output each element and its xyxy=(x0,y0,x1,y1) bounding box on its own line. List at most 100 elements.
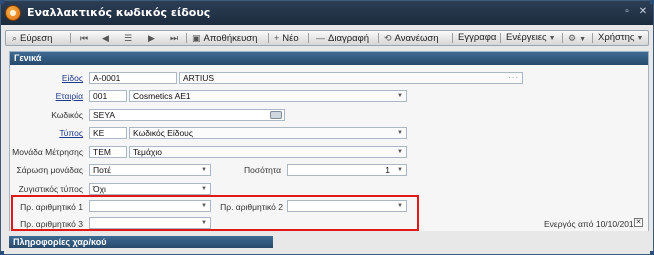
company-code-field[interactable]: 001 xyxy=(89,90,127,102)
company-name-field[interactable]: Cosmetics AE1 ▼ xyxy=(129,90,407,102)
separator xyxy=(592,33,593,43)
code-field[interactable]: SEYA xyxy=(89,109,285,121)
refresh-icon: ⟲ xyxy=(384,33,392,43)
chevron-down-icon: ▼ xyxy=(579,36,587,43)
chevron-down-icon[interactable]: ▼ xyxy=(201,201,207,211)
quantity-stepper[interactable]: 1 ▼ xyxy=(287,164,407,176)
chevron-down-icon: ▼ xyxy=(636,35,644,42)
app-logo-icon xyxy=(5,5,21,21)
num2-select[interactable]: ▼ xyxy=(287,200,407,212)
num1-label: Πρ. αριθμητικό 1 xyxy=(20,202,83,212)
new-button[interactable]: + Νέο xyxy=(274,31,299,45)
new-label: Νέο xyxy=(282,33,299,44)
type-name-text: Κωδικός Είδους xyxy=(133,128,193,138)
chevron-down-icon: ▼ xyxy=(548,35,556,42)
unit-code-field[interactable]: TEM xyxy=(89,146,127,158)
num1-select[interactable]: ▼ xyxy=(89,200,211,212)
quantity-value: 1 xyxy=(385,165,390,175)
separator xyxy=(500,33,501,43)
search-label: Εύρεση xyxy=(20,33,53,44)
num2-label: Πρ. αριθμητικό 2 xyxy=(220,202,283,212)
chevron-down-icon[interactable]: ▼ xyxy=(397,201,403,211)
documents-label: Εγγραφα xyxy=(458,32,497,43)
weighing-type-label: Ζυγιστικός τύπος xyxy=(18,184,83,194)
first-icon: ⏮ xyxy=(80,33,89,43)
resize-handle xyxy=(650,0,654,4)
close-icon[interactable]: ✕ xyxy=(635,5,651,19)
chevron-down-icon[interactable]: ▼ xyxy=(201,165,207,175)
chevron-down-icon[interactable]: ▼ xyxy=(201,184,207,194)
user-label: Χρήστης xyxy=(598,32,635,43)
chevron-down-icon[interactable]: ▼ xyxy=(397,165,403,175)
weighing-type-select[interactable]: Όχι ▼ xyxy=(89,183,211,195)
resize-handle xyxy=(0,0,4,4)
item-label[interactable]: Είδος xyxy=(31,73,83,83)
plus-icon: + xyxy=(274,33,280,43)
active-since-label: Ενεργός από 10/10/2013 xyxy=(544,219,639,229)
resize-handle xyxy=(0,251,4,255)
documents-button[interactable]: Εγγραφα xyxy=(458,31,496,45)
list-button[interactable]: ☰ xyxy=(124,31,135,45)
toolbar: ⌕ Εύρεση ⏮ ◀ ☰ ▶ ⏭ ▣ Αποθήκευση + Νέο — Διαγ… xyxy=(5,30,649,46)
separator xyxy=(268,33,269,43)
unit-name-text: Τεμάχιο xyxy=(133,147,162,157)
unit-name-field[interactable]: Τεμάχιο ▼ xyxy=(129,146,407,158)
more-icon[interactable]: ··· xyxy=(508,73,519,83)
chevron-down-icon[interactable]: ▼ xyxy=(397,147,403,157)
num3-select[interactable]: ▼ xyxy=(89,217,211,229)
next-record-button[interactable]: ▶ xyxy=(148,31,158,45)
company-name-text: Cosmetics AE1 xyxy=(133,91,191,101)
last-icon: ⏭ xyxy=(170,33,179,43)
refresh-label: Ανανέωση xyxy=(394,33,439,44)
separator xyxy=(562,33,563,43)
unit-scan-select[interactable]: Ποτέ ▼ xyxy=(89,164,211,176)
item-name-text: ARTIUS xyxy=(183,73,215,83)
general-section-header[interactable]: Γενικά xyxy=(10,52,648,65)
num3-label: Πρ. αριθμητικό 3 xyxy=(20,219,83,229)
save-label: Αποθήκευση xyxy=(203,33,258,44)
company-label[interactable]: Εταιρία xyxy=(31,91,83,101)
separator xyxy=(186,33,187,43)
save-button[interactable]: ▣ Αποθήκευση xyxy=(192,31,257,45)
user-menu-button[interactable]: Χρήστης ▼ xyxy=(598,31,646,45)
refresh-button[interactable]: ⟲ Ανανέωση xyxy=(384,31,439,45)
unit-scan-label: Σάρωση μονάδας xyxy=(16,165,83,175)
window: Εναλλακτικός κωδικός είδους ▫ ✕ ⌕ Εύρεση … xyxy=(0,0,654,255)
settings-menu-button[interactable]: ⚙ ▼ xyxy=(568,31,589,45)
chevron-down-icon[interactable]: ▼ xyxy=(397,91,403,101)
chevron-down-icon[interactable]: ▼ xyxy=(397,128,403,138)
quantity-label: Ποσότητα xyxy=(244,165,281,175)
delete-button[interactable]: — Διαγραφή xyxy=(316,31,369,45)
last-record-button[interactable]: ⏭ xyxy=(170,31,181,45)
code-value: SEYA xyxy=(93,110,116,120)
next-icon: ▶ xyxy=(148,33,155,43)
previous-icon: ◀ xyxy=(102,33,109,43)
item-code-field[interactable]: A-0001 xyxy=(89,72,177,84)
first-record-button[interactable]: ⏮ xyxy=(80,31,91,45)
save-icon: ▣ xyxy=(192,33,201,43)
chevron-down-icon[interactable]: ▼ xyxy=(201,218,207,228)
minimize-icon[interactable]: ▫ xyxy=(619,5,635,19)
resize-handle xyxy=(650,251,654,255)
list-icon: ☰ xyxy=(124,33,133,43)
type-name-field[interactable]: Κωδικός Είδους ▼ xyxy=(129,127,407,139)
separator xyxy=(452,33,453,43)
keyboard-icon[interactable] xyxy=(270,111,282,119)
actions-label: Ενέργειες xyxy=(506,32,547,43)
active-checkbox[interactable]: ✕ xyxy=(634,218,643,227)
search-icon: ⌕ xyxy=(12,33,18,43)
item-name-field[interactable]: ARTIUS ··· xyxy=(179,72,523,84)
unit-scan-value: Ποτέ xyxy=(93,165,111,175)
separator xyxy=(308,33,309,43)
actions-menu-button[interactable]: Ενέργειες ▼ xyxy=(506,31,559,45)
previous-record-button[interactable]: ◀ xyxy=(102,31,112,45)
gear-icon: ⚙ xyxy=(568,33,577,43)
separator xyxy=(70,33,71,43)
code-label: Κωδικός xyxy=(51,110,83,120)
search-button[interactable]: ⌕ Εύρεση xyxy=(12,31,52,45)
type-code-field[interactable]: KE xyxy=(89,127,127,139)
minus-icon: — xyxy=(316,33,325,43)
type-label[interactable]: Τύπος xyxy=(31,128,83,138)
separator xyxy=(378,33,379,43)
info-section-header[interactable]: Πληροφορίες χαρ/κού xyxy=(9,236,273,248)
